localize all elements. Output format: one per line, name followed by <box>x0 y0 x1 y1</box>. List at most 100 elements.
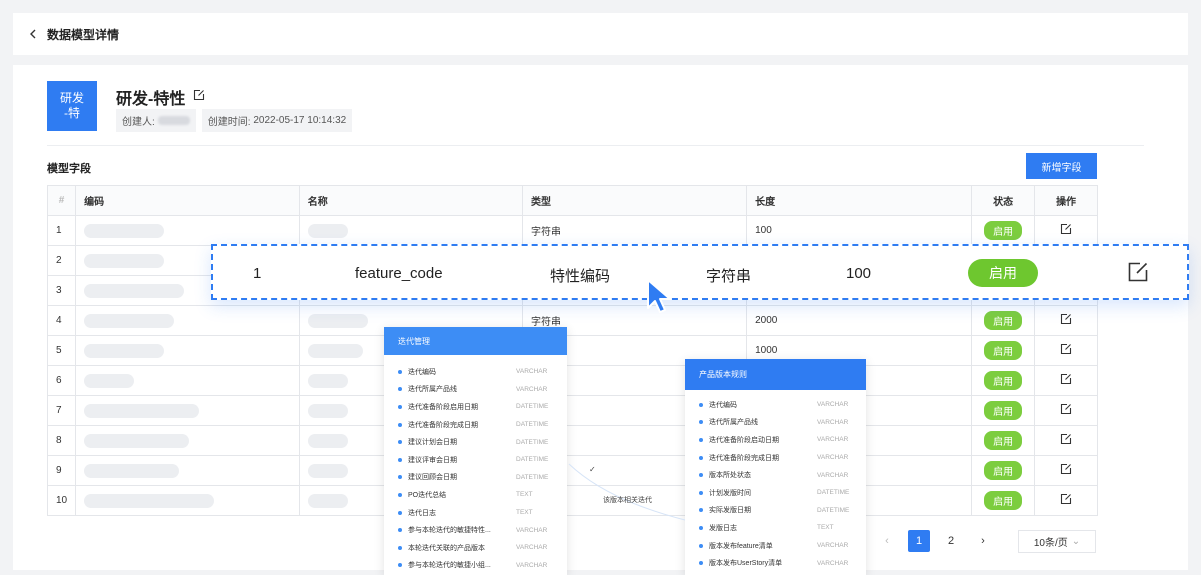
section-title: 模型字段 <box>47 163 91 175</box>
row-status: 启用 <box>971 395 1036 426</box>
diagram-field: 迭代所属产品线 VARCHAR <box>384 381 567 399</box>
row-index: 5 <box>46 335 77 366</box>
row-code-redacted <box>75 215 300 246</box>
table-row: 4 字符串 2000 启用 <box>46 305 1098 336</box>
diagram-field: 迭代准备阶段启用日期 DATETIME <box>384 398 567 416</box>
table-row: 1 字符串 100 启用 <box>46 215 1098 246</box>
status-badge[interactable]: 启用 <box>984 221 1023 240</box>
diagram-field: 迭代编码 VARCHAR <box>384 363 567 381</box>
chevron-left-icon[interactable]: ‹ <box>876 530 898 552</box>
edit-icon[interactable] <box>1060 433 1072 448</box>
row-length: 2000 <box>746 305 973 336</box>
model-avatar: 研发 -特 <box>47 81 97 131</box>
diagram-field: 迭代日志 TEXT <box>384 504 567 522</box>
edit-icon[interactable] <box>1060 403 1072 418</box>
row-actions <box>1034 485 1098 516</box>
diagram-field: 迭代编码 VARCHAR <box>685 396 866 414</box>
created-time-tag: 创建时间: 2022-05-17 10:14:32 <box>201 109 353 132</box>
field-type: VARCHAR <box>817 471 849 479</box>
diagram-field: 参与本轮迭代的敏捷特性... VARCHAR <box>384 521 567 539</box>
row-status: 启用 <box>971 365 1036 396</box>
diagram-title: 产品版本规则 <box>685 359 866 390</box>
highlight-length: 100 <box>846 265 872 282</box>
field-type: VARCHAR <box>817 436 849 444</box>
edit-icon[interactable] <box>1060 343 1072 358</box>
field-name: 参与本轮迭代的敏捷小组... <box>408 562 491 570</box>
field-type: VARCHAR <box>817 401 849 409</box>
field-name: 迭代准备阶段完成日期 <box>408 421 478 429</box>
field-name: 建议评审会日期 <box>408 456 457 464</box>
highlight-name: 特性编码 <box>550 268 611 285</box>
page-size-value: 10条/页 <box>1033 538 1068 549</box>
edit-icon[interactable] <box>1060 463 1072 478</box>
field-type: VARCHAR <box>516 385 548 393</box>
row-status: 启用 <box>971 215 1036 246</box>
col-status: 状态 <box>971 185 1036 216</box>
table-row: 6 启用 <box>46 365 1098 396</box>
field-name: 发版日志 <box>709 524 737 532</box>
table-row: 8 启用 <box>46 425 1098 456</box>
field-type: DATETIME <box>516 456 549 464</box>
status-badge[interactable]: 启用 <box>984 371 1023 390</box>
add-field-button[interactable]: 新增字段 <box>1026 153 1097 179</box>
field-type: VARCHAR <box>817 418 849 426</box>
field-name: 迭代编码 <box>408 368 436 376</box>
row-status: 启用 <box>971 305 1036 336</box>
row-code-redacted <box>75 485 300 516</box>
status-badge[interactable]: 启用 <box>984 311 1023 330</box>
chevron-down-icon: ⌄ <box>1071 536 1081 547</box>
edit-icon[interactable] <box>1060 373 1072 388</box>
edit-icon[interactable] <box>1127 261 1149 287</box>
field-type: VARCHAR <box>516 526 548 534</box>
row-status: 启用 <box>971 425 1036 456</box>
edit-icon[interactable] <box>1060 493 1072 508</box>
divider <box>47 145 1144 146</box>
row-status: 启用 <box>971 485 1036 516</box>
status-badge[interactable]: 启用 <box>968 259 1038 287</box>
created-time-label: 创建时间: <box>207 117 251 128</box>
page-1[interactable]: 1 <box>908 530 930 552</box>
page-2[interactable]: 2 <box>940 530 962 552</box>
row-index: 8 <box>46 425 77 456</box>
col-length: 长度 <box>746 185 973 216</box>
field-name: 迭代准备阶段启用日期 <box>408 403 478 411</box>
col-index: # <box>46 185 77 216</box>
page-size-select[interactable]: 10条/页 ⌄ <box>1018 530 1096 553</box>
field-type: VARCHAR <box>516 544 548 552</box>
field-type: DATETIME <box>817 489 850 497</box>
edit-icon[interactable] <box>1060 313 1072 328</box>
field-type: VARCHAR <box>817 559 849 567</box>
status-badge[interactable]: 启用 <box>984 401 1023 420</box>
field-name: 参与本轮迭代的敏捷特性... <box>408 527 491 535</box>
diagram-field: 建议回顾会日期 DATETIME <box>384 469 567 487</box>
diagram-field: 版本发布feature清单 VARCHAR <box>685 537 866 555</box>
row-code-redacted <box>75 425 300 456</box>
row-status: 启用 <box>971 455 1036 486</box>
diagram-field: 本轮迭代关联的产品版本 VARCHAR <box>384 539 567 557</box>
diagram-field: 参与本轮迭代的敏捷小组... VARCHAR <box>384 557 567 575</box>
field-type: DATETIME <box>516 438 549 446</box>
page-header: 数据模型详情 <box>13 13 1188 55</box>
chevron-right-icon[interactable]: › <box>972 530 994 552</box>
status-badge[interactable]: 启用 <box>984 491 1023 510</box>
chevron-left-icon[interactable] <box>29 27 37 42</box>
pagination: 条 ‹ 1 2 › <box>855 530 994 552</box>
edit-icon[interactable] <box>1060 223 1072 238</box>
connector-mark: ✓ <box>589 465 596 474</box>
row-length: 100 <box>746 215 973 246</box>
status-badge[interactable]: 启用 <box>984 431 1023 450</box>
mouse-cursor-icon <box>645 278 673 323</box>
field-name: 本轮迭代关联的产品版本 <box>408 544 485 552</box>
row-index: 6 <box>46 365 77 396</box>
diagram-card-iteration: 迭代管理 迭代编码 VARCHAR 迭代所属产品线 VARCHAR 迭代准备阶段启用日期… <box>384 327 567 575</box>
diagram-field: 计划发版时间 DATETIME <box>685 484 866 502</box>
status-badge[interactable]: 启用 <box>984 461 1023 480</box>
page-title: 数据模型详情 <box>47 27 120 42</box>
field-name: 迭代所属产品线 <box>408 386 457 394</box>
field-name: 版本所处状态 <box>709 472 751 480</box>
field-name: 迭代编码 <box>709 401 737 409</box>
edit-icon[interactable] <box>193 88 205 106</box>
status-badge[interactable]: 启用 <box>984 341 1023 360</box>
diagram-field: 迭代准备阶段启动日期 VARCHAR <box>685 431 866 449</box>
row-index: 10 <box>46 485 77 516</box>
